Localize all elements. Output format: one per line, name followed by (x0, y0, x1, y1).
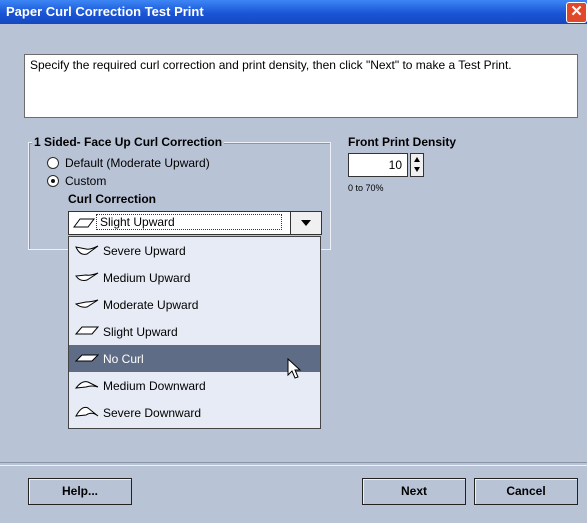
medium-downward-curl-icon (74, 381, 99, 389)
next-button[interactable]: Next (362, 478, 466, 505)
option-label: Medium Upward (103, 271, 191, 285)
option-medium-downward[interactable]: Medium Downward (69, 372, 320, 399)
severe-downward-curl-icon (75, 406, 99, 417)
option-medium-upward[interactable]: Medium Upward (69, 264, 320, 291)
chevron-down-icon (301, 220, 311, 226)
window-title: Paper Curl Correction Test Print (6, 4, 204, 19)
radio-selected-dot (51, 179, 55, 183)
option-label: Severe Downward (103, 406, 202, 420)
radio-default[interactable] (47, 157, 59, 169)
title-bar: Paper Curl Correction Test Print ✕ (0, 0, 587, 24)
density-range: 0 to 70% (348, 183, 384, 193)
option-label: Medium Downward (103, 379, 206, 393)
arrow-down-icon[interactable] (414, 167, 420, 172)
curl-correction-combo[interactable]: Slight Upward (68, 211, 322, 235)
help-button[interactable]: Help... (28, 478, 132, 505)
combo-value: Slight Upward (96, 214, 282, 230)
curl-correction-label: Curl Correction (68, 192, 157, 206)
slight-upward-curl-icon (73, 218, 95, 228)
option-label: Slight Upward (103, 325, 178, 339)
close-icon[interactable]: ✕ (566, 2, 587, 23)
curl-group-title: 1 Sided- Face Up Curl Correction (32, 135, 225, 149)
option-label: Severe Upward (103, 244, 186, 258)
no-curl-icon (74, 354, 100, 362)
radio-custom[interactable] (47, 175, 59, 187)
combo-dropdown-button[interactable] (290, 212, 321, 234)
option-moderate-upward[interactable]: Moderate Upward (69, 291, 320, 318)
curl-options-list: Severe Upward Medium Upward Moderate Upw… (68, 236, 321, 429)
option-slight-upward[interactable]: Slight Upward (69, 318, 320, 345)
option-severe-upward[interactable]: Severe Upward (69, 237, 320, 264)
cancel-button[interactable]: Cancel (474, 478, 578, 505)
arrow-up-icon[interactable] (414, 157, 420, 162)
density-spinner[interactable] (410, 153, 424, 177)
option-label: Moderate Upward (103, 298, 199, 312)
footer-separator (0, 462, 587, 466)
mouse-pointer-icon (287, 358, 302, 379)
instructions-box: Specify the required curl correction and… (24, 54, 578, 118)
radio-custom-label: Custom (65, 174, 107, 188)
option-no-curl[interactable]: No Curl (69, 345, 320, 372)
slight-upward-curl-icon (74, 326, 100, 335)
moderate-upward-curl-icon (74, 299, 99, 308)
severe-upward-curl-icon (75, 245, 99, 255)
density-input[interactable]: 10 (348, 153, 408, 177)
option-label: No Curl (103, 352, 144, 366)
radio-default-label: Default (Moderate Upward) (65, 156, 210, 170)
medium-upward-curl-icon (75, 272, 99, 281)
dialog-window: Paper Curl Correction Test Print ✕ Speci… (0, 0, 587, 523)
density-label: Front Print Density (348, 135, 457, 149)
option-severe-downward[interactable]: Severe Downward (69, 399, 320, 426)
